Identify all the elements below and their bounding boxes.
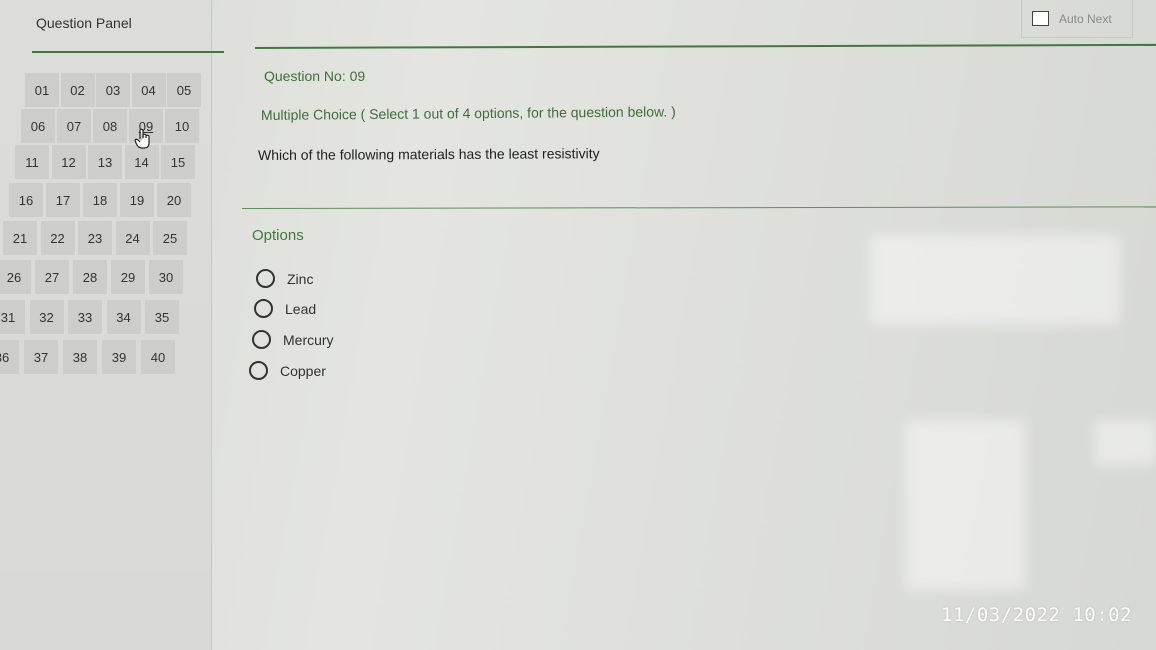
auto-next-checkbox[interactable] — [1032, 11, 1049, 26]
auto-next-toggle[interactable]: Auto Next — [1021, 0, 1133, 38]
hand-pointer-icon — [134, 128, 150, 149]
question-button-40[interactable]: 40 — [141, 340, 175, 374]
radio-button[interactable] — [254, 299, 273, 318]
question-button-18[interactable]: 18 — [83, 183, 117, 217]
question-button-14[interactable]: 14 — [124, 145, 159, 179]
question-button-21[interactable]: 21 — [3, 221, 37, 255]
question-button-32[interactable]: 32 — [29, 300, 64, 334]
question-button-36[interactable]: 36 — [0, 340, 19, 374]
screen-glare — [905, 420, 1025, 590]
question-panel: Question Panel 01 02 03 04 05 06 07 08 09 10 11 12 1… — [0, 0, 224, 650]
screen-glare — [870, 235, 1120, 325]
options-heading: Options — [252, 227, 304, 244]
question-button-16[interactable]: 16 — [9, 183, 43, 217]
screen-glare — [1095, 420, 1156, 465]
option-copper[interactable]: Copper — [249, 361, 326, 380]
options-divider — [241, 206, 1156, 209]
question-button-12[interactable]: 12 — [51, 145, 86, 179]
radio-button[interactable] — [256, 269, 275, 288]
question-text: Which of the following materials has the… — [257, 145, 600, 163]
radio-button[interactable] — [249, 361, 268, 380]
question-button-17[interactable]: 17 — [46, 183, 80, 217]
question-button-39[interactable]: 39 — [102, 340, 136, 374]
radio-button[interactable] — [252, 330, 271, 349]
option-mercury[interactable]: Mercury — [252, 330, 334, 349]
question-button-15[interactable]: 15 — [161, 145, 195, 179]
header-divider — [254, 43, 1156, 49]
question-button-33[interactable]: 33 — [68, 300, 102, 334]
question-button-22[interactable]: 22 — [40, 221, 75, 255]
auto-next-label: Auto Next — [1059, 11, 1112, 26]
panel-divider — [32, 51, 224, 53]
option-label: Copper — [280, 362, 326, 379]
panel-title: Question Panel — [36, 15, 132, 31]
question-button-28[interactable]: 28 — [73, 260, 107, 294]
question-button-04[interactable]: 04 — [131, 73, 166, 107]
option-label: Lead — [285, 300, 317, 317]
question-button-31[interactable]: 31 — [0, 300, 25, 334]
question-button-10[interactable]: 10 — [165, 109, 199, 143]
question-button-20[interactable]: 20 — [157, 183, 191, 217]
question-button-01[interactable]: 01 — [25, 73, 59, 107]
question-button-26[interactable]: 26 — [0, 260, 31, 294]
question-number: Question No: 09 — [264, 68, 366, 84]
question-button-08[interactable]: 08 — [93, 109, 127, 143]
option-label: Mercury — [283, 331, 334, 348]
question-button-38[interactable]: 38 — [63, 340, 97, 374]
question-button-05[interactable]: 05 — [167, 73, 201, 107]
option-label: Zinc — [287, 270, 314, 287]
question-button-24[interactable]: 24 — [115, 221, 150, 255]
question-button-30[interactable]: 30 — [149, 260, 183, 294]
option-lead[interactable]: Lead — [254, 299, 316, 318]
question-button-13[interactable]: 13 — [88, 145, 122, 179]
option-zinc[interactable]: Zinc — [256, 269, 313, 288]
question-button-02[interactable]: 02 — [60, 73, 95, 107]
question-button-06[interactable]: 06 — [21, 109, 55, 143]
question-button-11[interactable]: 11 — [15, 145, 49, 179]
question-type: Multiple Choice ( Select 1 out of 4 opti… — [260, 103, 676, 123]
question-button-23[interactable]: 23 — [78, 221, 112, 255]
question-button-07[interactable]: 07 — [57, 109, 91, 143]
question-button-27[interactable]: 27 — [35, 260, 69, 294]
question-button-19[interactable]: 19 — [120, 183, 154, 217]
question-button-03[interactable]: 03 — [96, 73, 130, 107]
question-button-37[interactable]: 37 — [24, 340, 58, 374]
photo-timestamp: 11/03/2022 10:02 — [941, 604, 1133, 626]
question-button-25[interactable]: 25 — [153, 221, 187, 255]
question-button-34[interactable]: 34 — [106, 300, 141, 334]
question-button-29[interactable]: 29 — [111, 260, 145, 294]
question-button-35[interactable]: 35 — [145, 300, 179, 334]
